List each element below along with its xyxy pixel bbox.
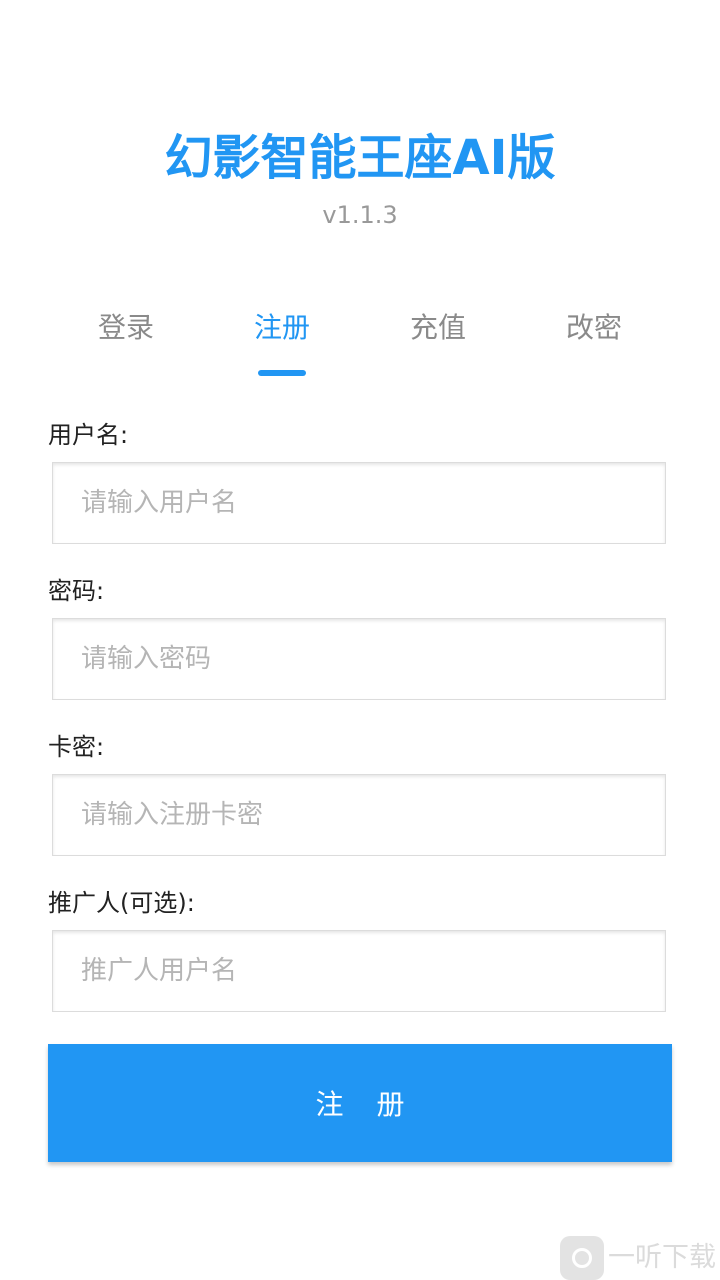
watermark: 一听下载 xyxy=(558,1236,720,1280)
tab-change-password[interactable]: 改密 xyxy=(516,300,672,380)
watermark-text: 一听下载 xyxy=(608,1242,716,1273)
yiting-logo-icon xyxy=(560,1236,604,1280)
tab-register-label: 注册 xyxy=(253,311,310,344)
card-key-label: 卡密: xyxy=(48,733,105,761)
tab-bar: 登录 注册 充值 改密 xyxy=(48,300,672,380)
card-key-input[interactable] xyxy=(53,775,665,855)
password-input[interactable] xyxy=(53,619,665,699)
referrer-label: 推广人(可选): xyxy=(48,889,195,917)
register-submit-button[interactable]: 注 册 xyxy=(48,1044,672,1162)
password-label: 密码: xyxy=(48,577,105,605)
tab-recharge[interactable]: 充值 xyxy=(360,300,516,380)
tab-login-label: 登录 xyxy=(97,311,154,344)
tab-change-password-label: 改密 xyxy=(565,311,622,344)
username-field-box xyxy=(52,462,666,544)
referrer-field-box xyxy=(52,930,666,1012)
app-title: 幻影智能王座AI版 xyxy=(164,130,556,186)
tab-register[interactable]: 注册 xyxy=(204,300,360,380)
referrer-input[interactable] xyxy=(53,931,665,1011)
username-label: 用户名: xyxy=(48,421,129,449)
register-page: 幻影智能王座AI版 v1.1.3 登录 注册 充值 改密 用户名: 密码: 卡密… xyxy=(0,0,720,1280)
card-key-field-box xyxy=(52,774,666,856)
active-tab-indicator xyxy=(258,370,306,376)
password-field-box xyxy=(52,618,666,700)
tab-recharge-label: 充值 xyxy=(409,311,466,344)
username-input[interactable] xyxy=(53,463,665,543)
app-version: v1.1.3 xyxy=(322,201,398,229)
tab-login[interactable]: 登录 xyxy=(48,300,204,380)
